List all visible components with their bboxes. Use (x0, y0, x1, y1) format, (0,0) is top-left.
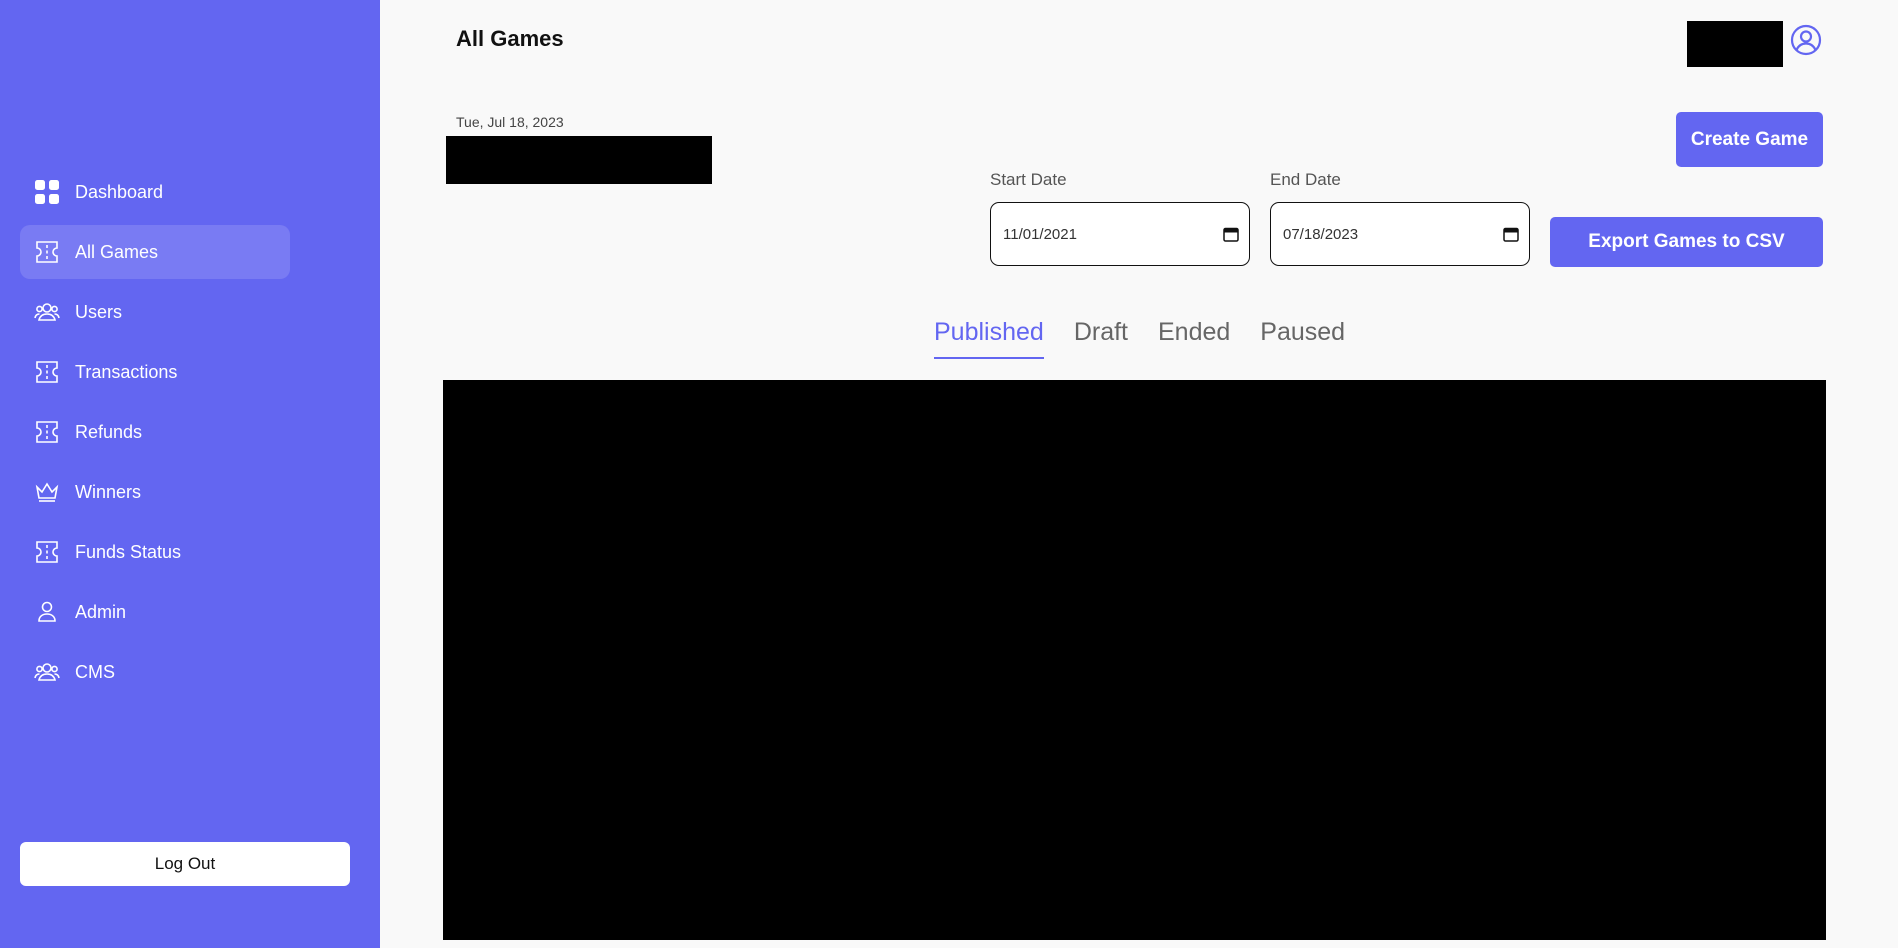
grid-icon (33, 178, 61, 206)
user-circle-icon[interactable] (1790, 24, 1822, 56)
export-csv-button[interactable]: Export Games to CSV (1550, 217, 1823, 267)
sidebar-item-cms[interactable]: CMS (20, 645, 290, 699)
sidebar-item-winners[interactable]: Winners (20, 465, 290, 519)
sidebar-item-users[interactable]: Users (20, 285, 290, 339)
sidebar-item-label: Transactions (75, 361, 178, 382)
sidebar-item-transactions[interactable]: Transactions (20, 345, 290, 399)
sidebar-item-label: Dashboard (75, 181, 164, 202)
tab-published[interactable]: Published (934, 318, 1044, 359)
start-date-input[interactable]: 11/01/2021 (990, 202, 1250, 266)
start-date-value: 11/01/2021 (1003, 225, 1077, 243)
ticket-icon (33, 358, 61, 386)
calendar-icon[interactable] (1223, 226, 1239, 242)
current-date: Tue, Jul 18, 2023 (456, 114, 564, 130)
page-title: All Games (456, 26, 564, 51)
sidebar-item-refunds[interactable]: Refunds (20, 405, 290, 459)
status-tabs: Published Draft Ended Paused (934, 318, 1375, 359)
sidebar-item-all-games[interactable]: All Games (20, 225, 290, 279)
ticket-icon (33, 238, 61, 266)
sidebar-item-label: Admin (75, 601, 127, 622)
users-icon (33, 298, 61, 326)
sidebar-item-label: CMS (75, 661, 115, 682)
sidebar-item-dashboard[interactable]: Dashboard (20, 165, 290, 219)
sidebar-item-label: All Games (75, 241, 159, 262)
end-date-input[interactable]: 07/18/2023 (1270, 202, 1530, 266)
create-game-button[interactable]: Create Game (1676, 112, 1823, 167)
redacted-username (1687, 21, 1783, 67)
sidebar-nav: Dashboard All Games Users Transactions R… (20, 165, 290, 705)
end-date-label: End Date (1270, 170, 1341, 189)
tab-paused[interactable]: Paused (1260, 318, 1345, 359)
redacted-greeting (446, 136, 712, 184)
calendar-icon[interactable] (1503, 226, 1519, 242)
users-icon (33, 658, 61, 686)
sidebar: Dashboard All Games Users Transactions R… (0, 0, 380, 948)
sidebar-item-label: Users (75, 301, 123, 322)
logout-button[interactable]: Log Out (20, 842, 350, 886)
tab-ended[interactable]: Ended (1158, 318, 1230, 359)
sidebar-item-label: Winners (75, 481, 142, 502)
ticket-icon (33, 538, 61, 566)
crown-icon (33, 478, 61, 506)
start-date-label: Start Date (990, 170, 1067, 189)
sidebar-item-label: Funds Status (75, 541, 182, 562)
end-date-value: 07/18/2023 (1283, 225, 1359, 243)
ticket-icon (33, 418, 61, 446)
redacted-games-table (443, 380, 1826, 940)
sidebar-item-label: Refunds (75, 421, 143, 442)
user-icon (33, 598, 61, 626)
sidebar-item-admin[interactable]: Admin (20, 585, 290, 639)
sidebar-item-funds-status[interactable]: Funds Status (20, 525, 290, 579)
tab-draft[interactable]: Draft (1074, 318, 1128, 359)
